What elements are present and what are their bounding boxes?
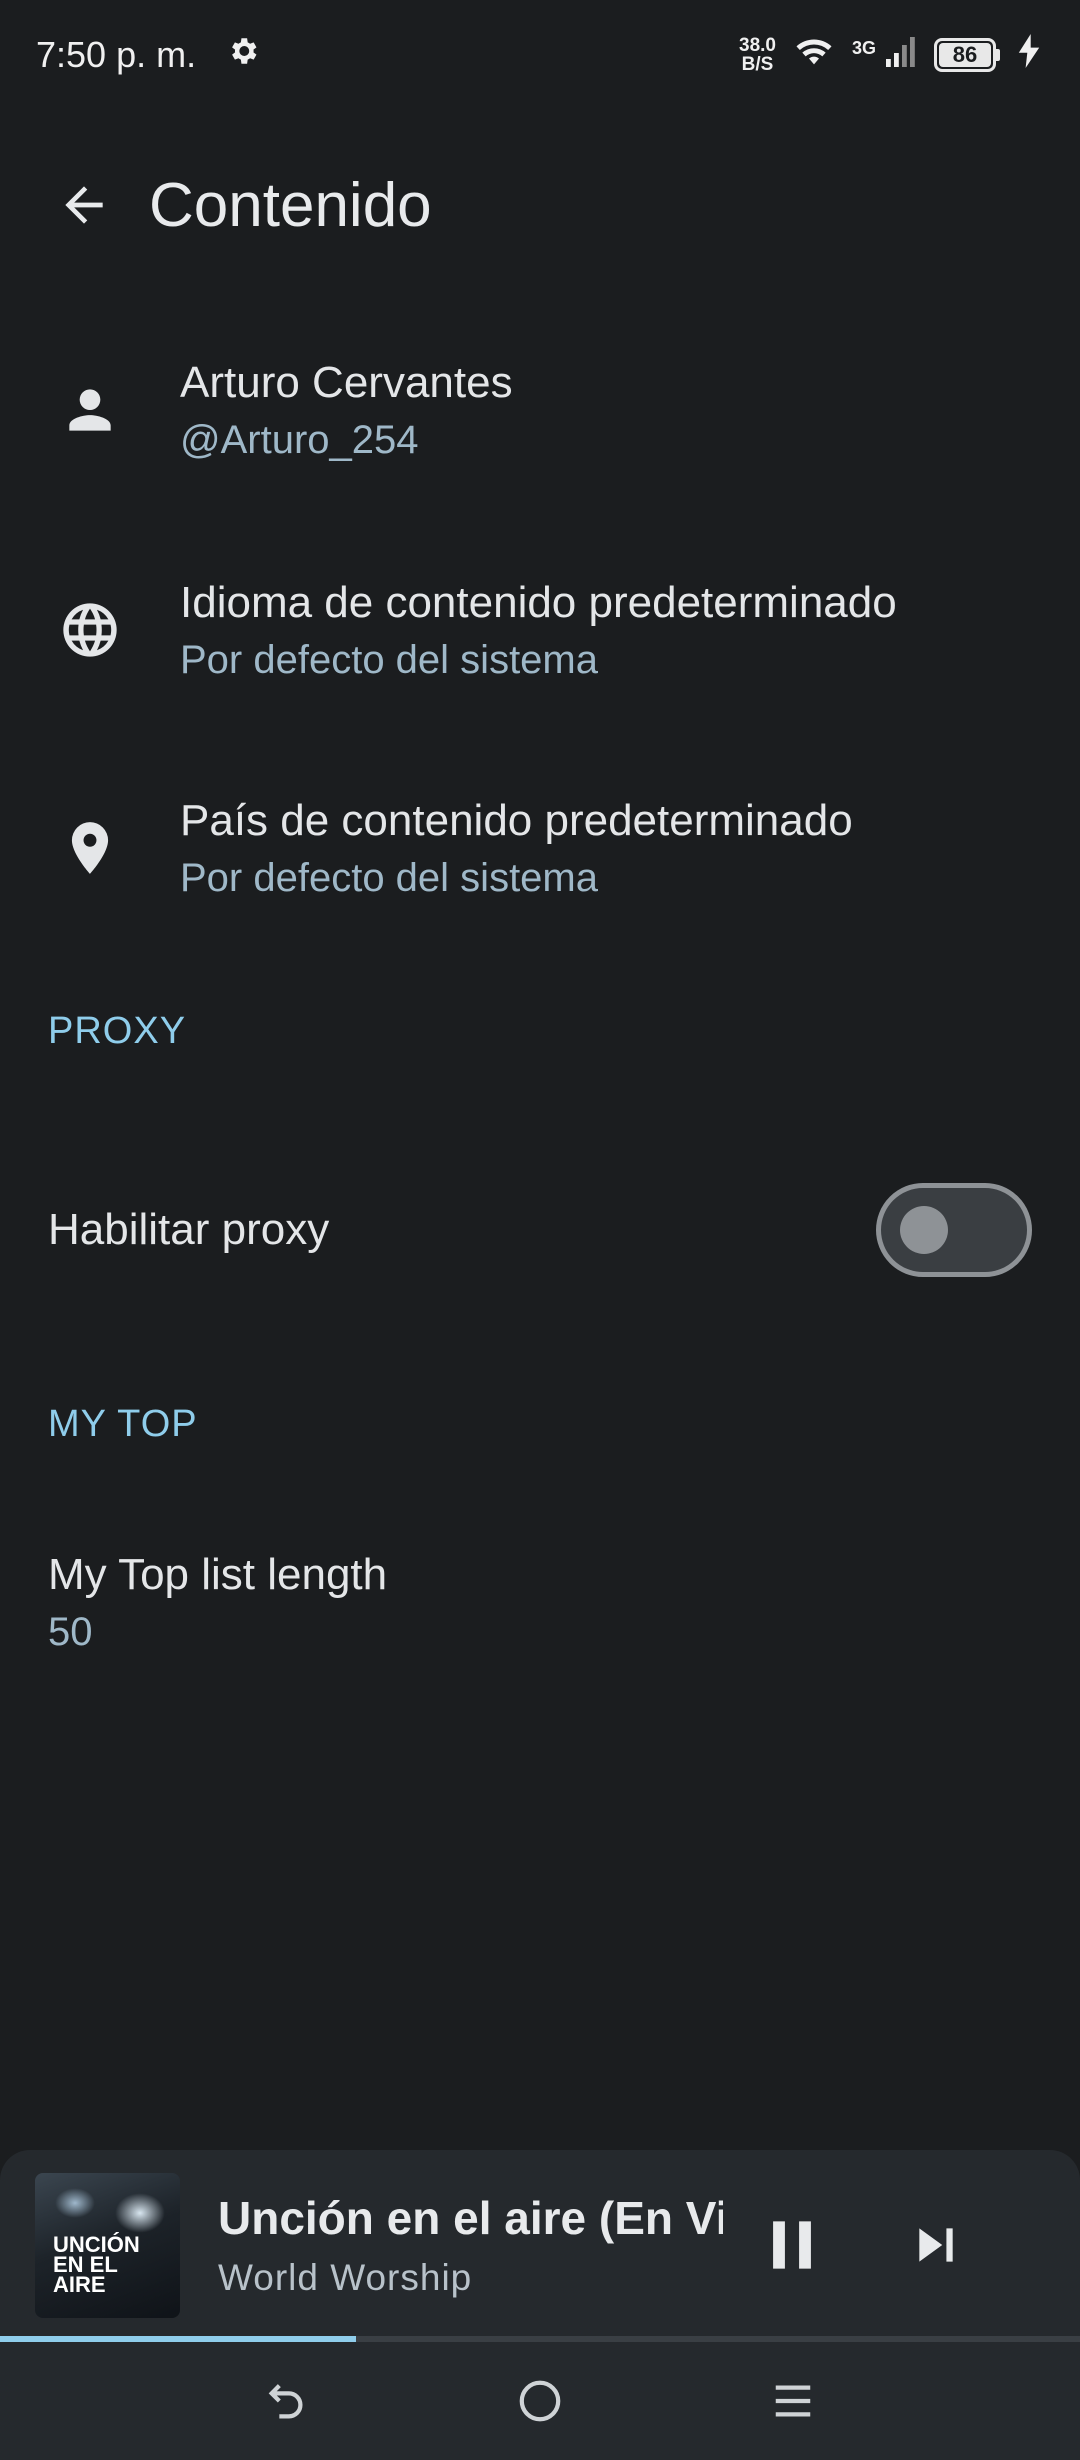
- settings-gear-icon: [226, 34, 260, 77]
- network-type: 3G: [851, 37, 876, 58]
- content-country-value: Por defecto del sistema: [180, 855, 598, 900]
- song-title: Unción en el aire (En Vivo): [218, 2192, 723, 2244]
- system-nav-bar: [0, 2342, 1080, 2460]
- wifi-icon: [794, 34, 834, 77]
- account-item[interactable]: Arturo Cervantes @Arturo_254: [0, 340, 1080, 480]
- enable-proxy-switch[interactable]: [876, 1183, 1032, 1277]
- network-speed: 38.0 B/S: [739, 36, 776, 74]
- charging-icon: [1018, 33, 1040, 77]
- skip-next-button[interactable]: [881, 2190, 991, 2300]
- speed-value: 38.0: [739, 35, 776, 56]
- content-country-title: País de contenido predeterminado: [180, 795, 853, 845]
- song-artist: World Worship: [218, 2257, 473, 2298]
- speed-unit: B/S: [741, 54, 774, 75]
- status-time: 7:50 p. m.: [36, 34, 197, 75]
- content-language-title: Idioma de contenido predeterminado: [180, 577, 897, 627]
- album-art-text: UNCIÓN EN EL AIRE: [53, 2231, 140, 2297]
- mini-player[interactable]: UNCIÓN EN EL AIRE Unción en el aire (En …: [0, 2150, 1080, 2340]
- skip-next-icon: [919, 2228, 953, 2262]
- arrow-back-icon: [65, 186, 103, 224]
- status-bar: 7:50 p. m. 38.0 B/S 3G 86: [0, 0, 1080, 110]
- account-handle: @Arturo_254: [180, 417, 419, 462]
- signal-icon: [886, 34, 916, 76]
- back-button[interactable]: [29, 150, 139, 260]
- section-header-my-top: MY TOP: [48, 1403, 198, 1445]
- account-name: Arturo Cervantes: [180, 357, 513, 407]
- battery-level: 86: [939, 42, 991, 67]
- content-language-value: Por defecto del sistema: [180, 637, 598, 682]
- person-icon: [0, 379, 180, 441]
- pause-button[interactable]: [737, 2190, 847, 2300]
- nav-recents-button[interactable]: [743, 2351, 843, 2451]
- battery-icon: 86: [934, 38, 1000, 72]
- enable-proxy-item[interactable]: Habilitar proxy: [0, 1180, 1080, 1280]
- home-circle-icon: [519, 2380, 561, 2422]
- switch-knob: [900, 1206, 948, 1254]
- enable-proxy-label: Habilitar proxy: [48, 1205, 330, 1254]
- globe-icon: [0, 598, 180, 662]
- nav-home-button[interactable]: [490, 2351, 590, 2451]
- page-title: Contenido: [149, 170, 432, 240]
- section-header-proxy: PROXY: [48, 1010, 187, 1052]
- pause-icon: [773, 2221, 811, 2269]
- album-art[interactable]: UNCIÓN EN EL AIRE: [35, 2172, 180, 2318]
- back-gesture-icon: [268, 2384, 303, 2419]
- my-top-length-item[interactable]: My Top list length 50: [48, 1550, 387, 1655]
- content-language-item[interactable]: Idioma de contenido predeterminado Por d…: [0, 560, 1080, 700]
- content-country-item[interactable]: País de contenido predeterminado Por def…: [0, 778, 1080, 918]
- top-app-bar: Contenido: [0, 150, 1080, 260]
- my-top-length-value: 50: [48, 1610, 93, 1654]
- menu-lines-icon: [776, 2385, 811, 2417]
- location-pin-icon: [0, 817, 180, 879]
- my-top-length-label: My Top list length: [48, 1550, 388, 1599]
- nav-back-button[interactable]: [237, 2351, 337, 2451]
